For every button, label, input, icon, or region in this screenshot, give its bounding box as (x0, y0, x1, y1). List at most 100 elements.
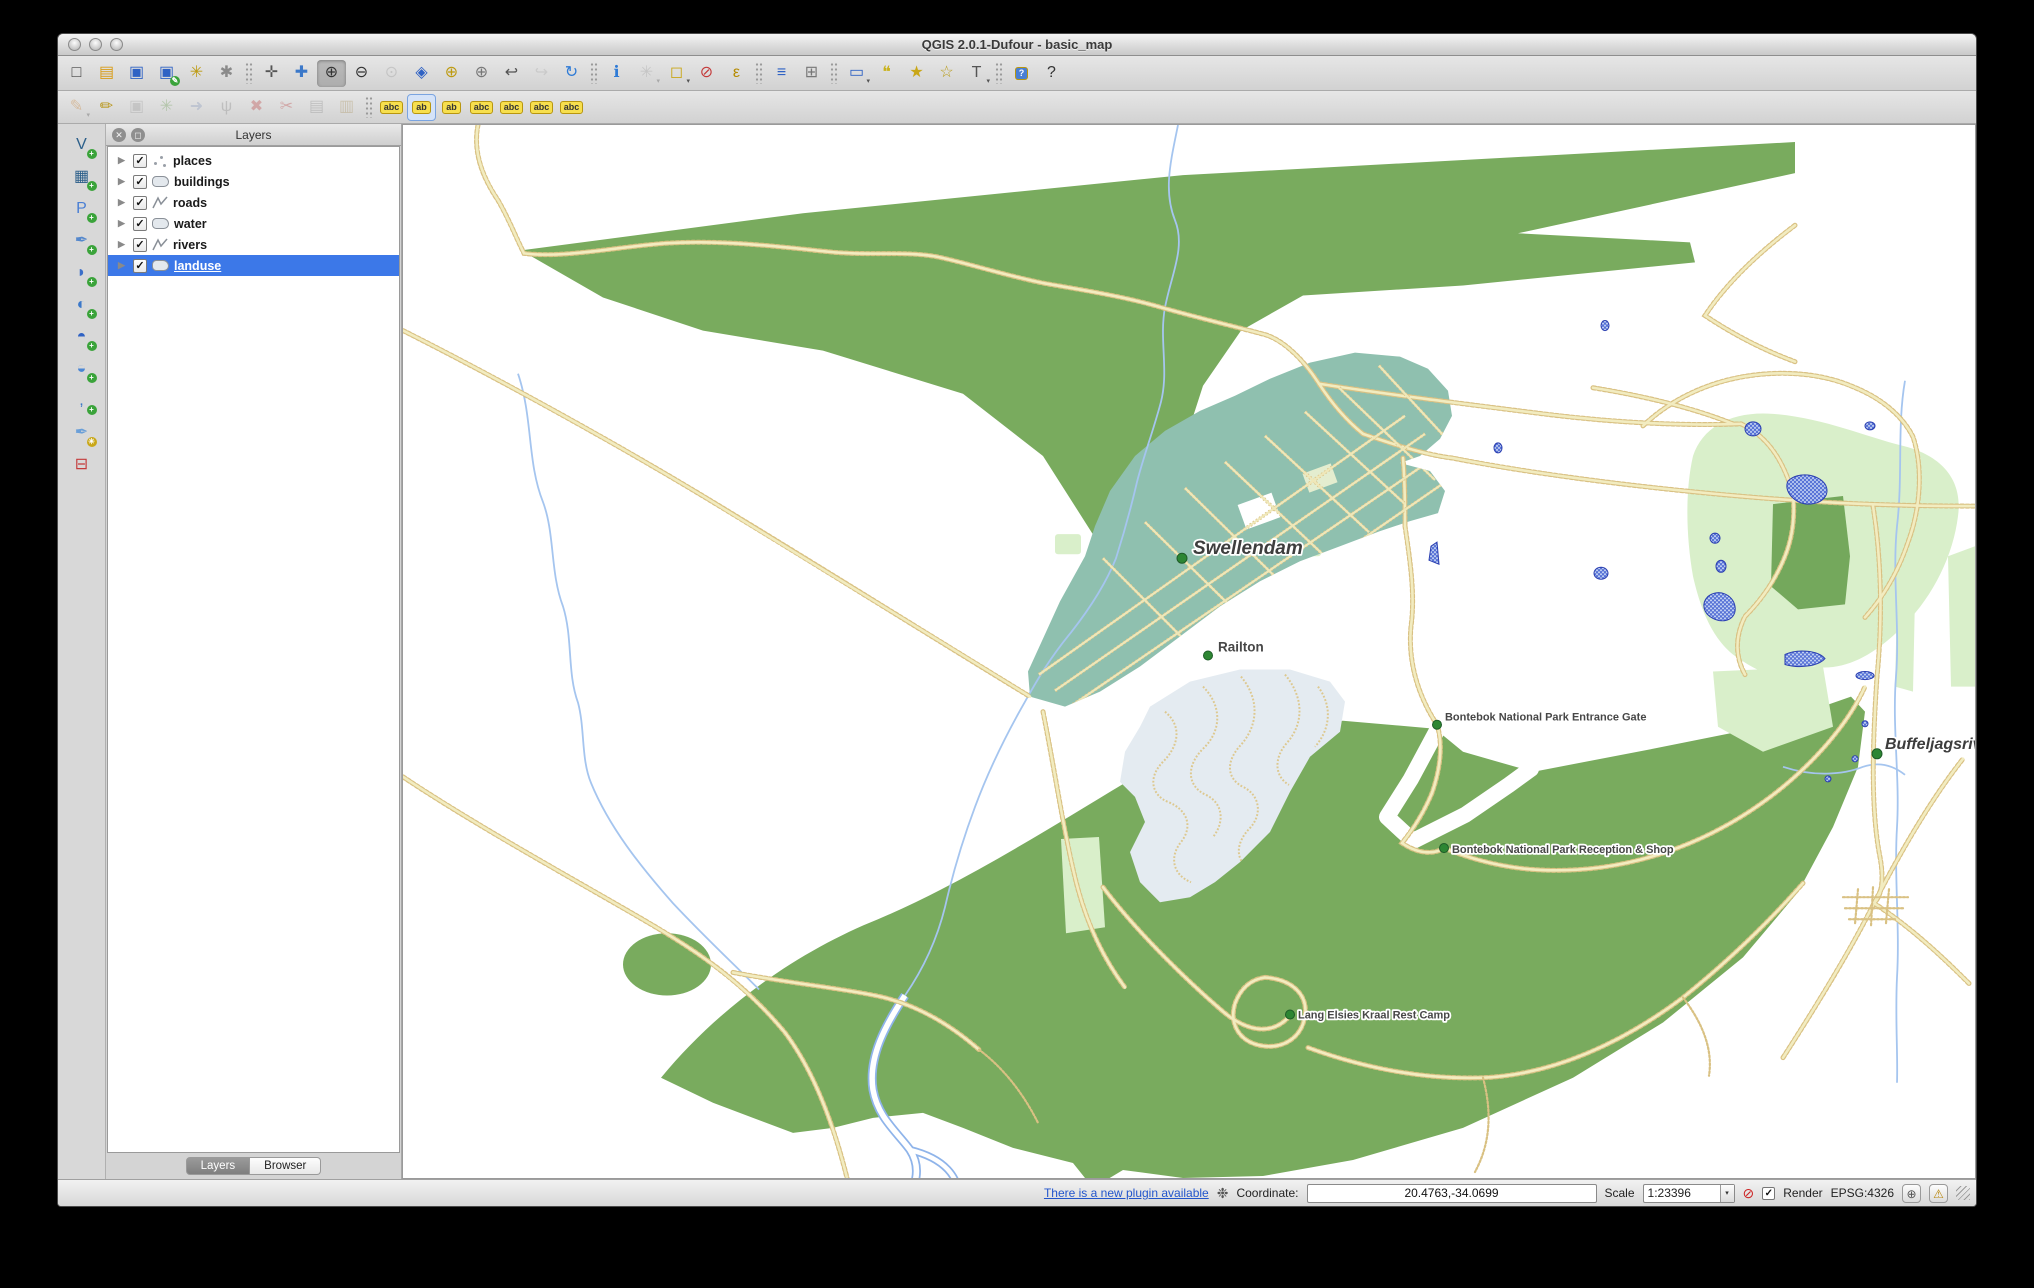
layer-row-landuse[interactable]: ▶ ✓ landuse (108, 255, 399, 276)
measure-line-button[interactable]: ▭▾ (842, 60, 871, 87)
add-wcs-layer-button[interactable]: ◓+ (66, 322, 98, 352)
open-attribute-table-button[interactable]: ≡ (767, 60, 796, 87)
toggle-editing-button[interactable]: ✏ (92, 94, 121, 121)
layer-checkbox[interactable]: ✓ (133, 259, 147, 273)
move-label-button[interactable]: abc (497, 94, 526, 121)
zoom-last-button[interactable]: ↩ (497, 60, 526, 87)
zoom-native-button[interactable]: ⊙ (377, 60, 406, 87)
composer-manager-button[interactable]: ✱ (212, 60, 241, 87)
plugin-icon[interactable]: ❉ (1217, 1185, 1229, 1202)
change-label-properties-button[interactable]: abc (557, 94, 586, 121)
open-project-button[interactable]: ▤ (92, 60, 121, 87)
new-project-button[interactable]: □ (62, 60, 91, 87)
show-bookmarks-button[interactable]: ☆ (932, 60, 961, 87)
pan-map-button[interactable]: ✛ (257, 60, 286, 87)
add-wfs-layer-button[interactable]: ◒+ (66, 354, 98, 384)
deselect-features-button[interactable]: ⊘ (692, 60, 721, 87)
zoom-to-layer-button[interactable]: ⊕ (467, 60, 496, 87)
remove-layer-button[interactable]: ⊟ (66, 450, 98, 480)
add-feature-button[interactable]: ✳ (152, 94, 181, 121)
add-vector-layer-button[interactable]: V+ (66, 130, 98, 160)
add-wms-layer-button[interactable]: ◐+ (66, 290, 98, 320)
select-features-icon: ◻ (670, 65, 683, 81)
show-hide-labels-button[interactable]: abc (467, 94, 496, 121)
render-checkbox[interactable]: ✓ (1762, 1187, 1775, 1200)
text-annotation-button[interactable]: T▾ (962, 60, 991, 87)
save-project-button[interactable]: ▣ (122, 60, 151, 87)
layer-row-rivers[interactable]: ▶ ✓ rivers (108, 234, 399, 255)
layer-labeling-button[interactable]: abc (377, 94, 406, 121)
layer-checkbox[interactable]: ✓ (133, 154, 147, 168)
layer-row-buildings[interactable]: ▶ ✓ buildings (108, 171, 399, 192)
field-calculator-button[interactable]: ⊞ (797, 60, 826, 87)
pin-unpin-labels-button[interactable]: ab (407, 94, 436, 121)
zoom-to-selection-button[interactable]: ⊕ (437, 60, 466, 87)
map-canvas[interactable]: Swellendam Railton Bontebok National Par… (402, 124, 1976, 1179)
panel-float-icon[interactable]: ◻ (131, 128, 145, 142)
new-spatialite-layer-button[interactable]: ✒▾✳ (66, 418, 98, 448)
move-feature-button[interactable]: ➜ (182, 94, 211, 121)
expand-arrow-icon[interactable]: ▶ (118, 218, 128, 229)
zoom-in-button[interactable]: ⊕ (317, 60, 346, 87)
stop-render-icon[interactable]: ⊘ (1743, 1185, 1755, 1202)
select-features-button[interactable]: ◻▾ (662, 60, 691, 87)
new-plugin-link[interactable]: There is a new plugin available (1044, 1186, 1209, 1200)
current-edits-button[interactable]: ✎▾ (62, 94, 91, 121)
layer-checkbox[interactable]: ✓ (133, 217, 147, 231)
scale-combo[interactable]: 1:23396 ▾ (1643, 1184, 1735, 1203)
minimize-window-button[interactable] (89, 38, 102, 51)
delete-selected-button[interactable]: ✖ (242, 94, 271, 121)
run-feature-action-button[interactable]: ✳▾ (632, 60, 661, 87)
rotate-label-button[interactable]: abc (527, 94, 556, 121)
zoom-out-button[interactable]: ⊖ (347, 60, 376, 87)
tab-layers[interactable]: Layers (186, 1157, 251, 1175)
add-postgis-layer-button[interactable]: P+ (66, 194, 98, 224)
paste-features-button[interactable]: ▥ (332, 94, 361, 121)
help-contents-button[interactable]: ? (1007, 60, 1036, 87)
zoom-full-button[interactable]: ◈ (407, 60, 436, 87)
polygon-layer-icon (152, 176, 169, 187)
layer-checkbox[interactable]: ✓ (133, 196, 147, 210)
expand-arrow-icon[interactable]: ▶ (118, 239, 128, 250)
pan-to-selection-button[interactable]: ✚ (287, 60, 316, 87)
resize-grip[interactable] (1956, 1186, 1970, 1200)
expand-arrow-icon[interactable]: ▶ (118, 176, 128, 187)
expand-arrow-icon[interactable]: ▶ (118, 260, 128, 271)
crs-status-button[interactable]: ⊕ (1902, 1184, 1921, 1203)
add-spatialite-layer-button[interactable]: ✒+ (66, 226, 98, 256)
expand-arrow-icon[interactable]: ▶ (118, 155, 128, 166)
cut-features-button[interactable]: ✂ (272, 94, 301, 121)
manage-layers-toolbar: V+▦+P+✒+◗+◐+◓+◒+,+✒▾✳⊟ (58, 124, 106, 1179)
identify-features-button[interactable]: ℹ (602, 60, 631, 87)
copy-features-button[interactable]: ▤ (302, 94, 331, 121)
zoom-next-button[interactable]: ↪ (527, 60, 556, 87)
expand-arrow-icon[interactable]: ▶ (118, 197, 128, 208)
highlight-pinned-labels-button[interactable]: ab (437, 94, 466, 121)
layer-row-roads[interactable]: ▶ ✓ roads (108, 192, 399, 213)
layer-row-water[interactable]: ▶ ✓ water (108, 213, 399, 234)
tab-browser[interactable]: Browser (250, 1157, 321, 1175)
select-by-expression-button[interactable]: ε (722, 60, 751, 87)
scale-dropdown-icon[interactable]: ▾ (1720, 1185, 1734, 1202)
save-project-as-button[interactable]: ▣✎ (152, 60, 181, 87)
layer-checkbox[interactable]: ✓ (133, 175, 147, 189)
title-bar[interactable]: QGIS 2.0.1-Dufour - basic_map (58, 34, 1976, 56)
add-raster-layer-button[interactable]: ▦+ (66, 162, 98, 192)
coordinate-input[interactable] (1307, 1184, 1597, 1203)
zoom-window-button[interactable] (110, 38, 123, 51)
panel-close-icon[interactable]: ✕ (112, 128, 126, 142)
layer-checkbox[interactable]: ✓ (133, 238, 147, 252)
refresh-map-button[interactable]: ↻ (557, 60, 586, 87)
add-delimited-text-layer-button[interactable]: ,+ (66, 386, 98, 416)
close-window-button[interactable] (68, 38, 81, 51)
layer-row-places[interactable]: ▶ ✓ places (108, 150, 399, 171)
main-toolbar: □▤▣▣✎✳✱✛✚⊕⊖⊙◈⊕⊕↩↪↻ℹ✳▾◻▾⊘ε≡⊞▭▾❝★☆T▾?? (58, 56, 1976, 91)
map-tips-button[interactable]: ❝ (872, 60, 901, 87)
save-layer-edits-button[interactable]: ▣ (122, 94, 151, 121)
node-tool-button[interactable]: ψ (212, 94, 241, 121)
new-print-composer-button[interactable]: ✳ (182, 60, 211, 87)
new-bookmark-button[interactable]: ★ (902, 60, 931, 87)
whats-this-button[interactable]: ? (1037, 60, 1066, 87)
log-messages-button[interactable]: ⚠ (1929, 1184, 1948, 1203)
add-mssql-layer-button[interactable]: ◗+ (66, 258, 98, 288)
